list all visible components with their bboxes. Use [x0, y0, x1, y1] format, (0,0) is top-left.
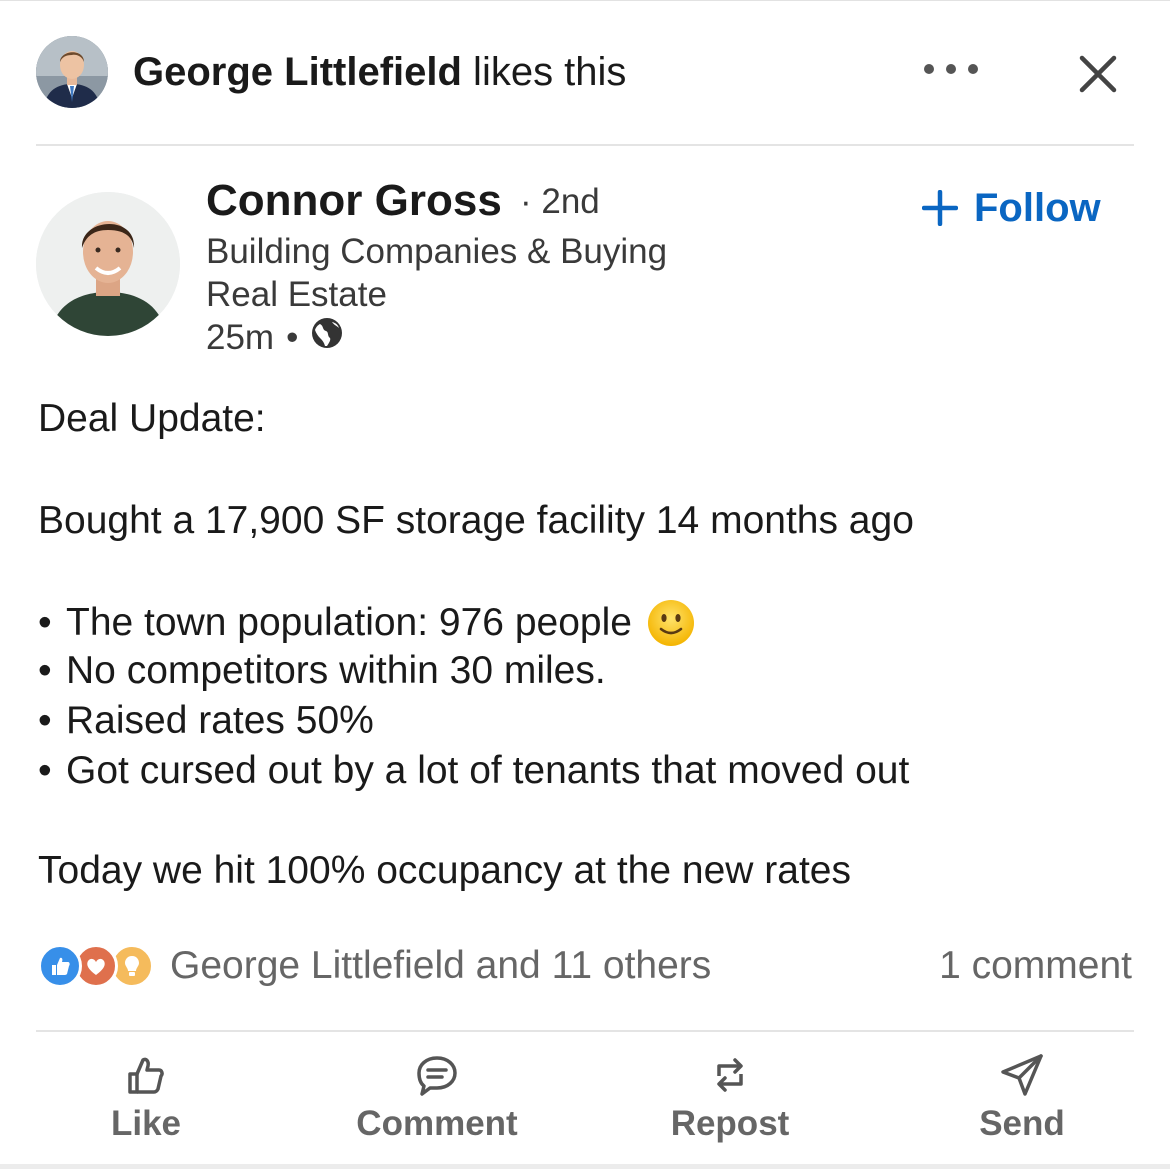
- social-context-row: George Littlefield likes this: [36, 36, 1136, 108]
- like-reaction-icon: [38, 944, 82, 988]
- post-timestamp-row: 25m •: [206, 316, 344, 360]
- send-icon: [1001, 1054, 1043, 1096]
- connection-degree: · 2nd: [520, 182, 600, 221]
- repost-label: Repost: [670, 1104, 790, 1143]
- close-icon[interactable]: [1076, 52, 1120, 96]
- bottom-border: [0, 1164, 1170, 1169]
- comment-label: Comment: [356, 1104, 518, 1143]
- slightly-smiling-face-icon: [646, 598, 696, 648]
- list-item: • The town population: 976 people: [38, 598, 696, 648]
- more-dot: [946, 64, 956, 74]
- social-context-action: likes this: [461, 50, 627, 94]
- time-separator: •: [286, 318, 299, 357]
- divider: [36, 1030, 1134, 1032]
- more-dot: [968, 64, 978, 74]
- bullet: •: [38, 699, 52, 742]
- liker-name[interactable]: George Littlefield: [133, 50, 462, 94]
- top-border: [0, 0, 1170, 1]
- list-item: • Got cursed out by a lot of tenants tha…: [38, 748, 909, 794]
- social-context-text: George Littlefield likes this: [133, 50, 626, 94]
- bullet-text: The town population: 976 people: [66, 601, 632, 644]
- author-headline: Building Companies & Buying Real Estate: [206, 232, 668, 314]
- more-options-button[interactable]: [916, 54, 986, 84]
- repost-icon: [717, 1058, 743, 1092]
- bullet: •: [38, 649, 52, 692]
- reactions-summary[interactable]: George Littlefield and 11 others: [38, 942, 711, 990]
- comment-icon: [417, 1056, 457, 1096]
- post-time: 25m: [206, 318, 275, 357]
- comment-button[interactable]: Comment: [337, 1050, 537, 1150]
- list-item: • No competitors within 30 miles.: [38, 648, 606, 694]
- author-name[interactable]: Connor Gross: [206, 176, 502, 226]
- globe-icon: [310, 316, 344, 360]
- post-heading: Deal Update:: [38, 397, 266, 440]
- bullet: •: [38, 749, 52, 792]
- like-button[interactable]: Like: [46, 1050, 246, 1150]
- post-intro: Bought a 17,900 SF storage facility 14 m…: [38, 499, 914, 542]
- follow-button[interactable]: Follow: [922, 184, 1101, 232]
- linkedin-post-card: George Littlefield likes this Connor Gro…: [0, 0, 1170, 1169]
- divider: [36, 144, 1134, 146]
- repost-button[interactable]: Repost: [630, 1050, 830, 1150]
- comment-count[interactable]: 1 comment: [939, 942, 1132, 990]
- follow-label: Follow: [974, 185, 1101, 230]
- reaction-icons: [38, 944, 156, 988]
- liker-avatar[interactable]: [36, 36, 108, 108]
- list-item: • Raised rates 50%: [38, 698, 374, 744]
- post-closing: Today we hit 100% occupancy at the new r…: [38, 849, 851, 892]
- bullet-text: Raised rates 50%: [66, 699, 374, 742]
- bullet: •: [38, 601, 52, 644]
- author-avatar[interactable]: [36, 192, 180, 336]
- more-dot: [924, 64, 934, 74]
- like-label: Like: [110, 1104, 182, 1143]
- send-button[interactable]: Send: [922, 1050, 1122, 1150]
- thumbs-up-icon: [128, 1057, 164, 1094]
- reactions-text: George Littlefield and 11 others: [170, 944, 712, 987]
- send-label: Send: [979, 1104, 1065, 1143]
- bullet-text: Got cursed out by a lot of tenants that …: [66, 749, 910, 792]
- plus-icon: [922, 190, 958, 226]
- bullet-text: No competitors within 30 miles.: [66, 649, 606, 692]
